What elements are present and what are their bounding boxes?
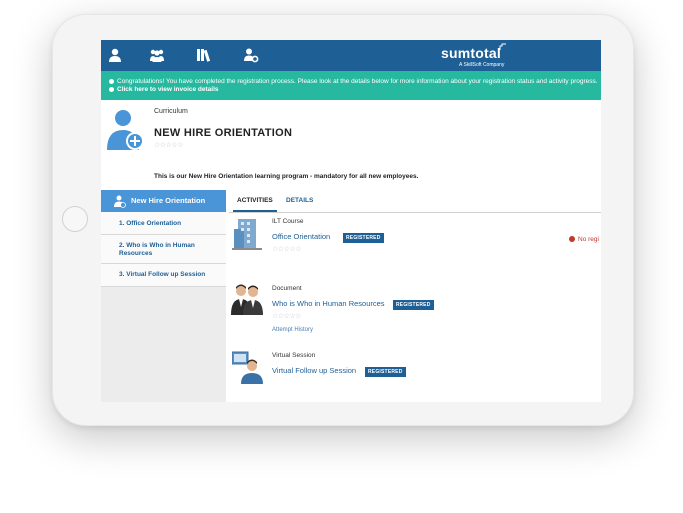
curriculum-sidebar: New Hire Orientation 1. Office Orientati… [101,190,226,402]
curriculum-user-icon [114,195,126,208]
brand-mark-icon [499,43,507,50]
brand-name: sumtotal [441,45,501,61]
info-icon [109,86,114,92]
activity-title-link[interactable]: Who is Who in Human Resources [272,299,385,308]
user-icon[interactable] [107,47,123,63]
tablet-home-button[interactable] [62,206,88,232]
curriculum-rating-stars[interactable]: ☆☆☆☆☆ [154,141,183,149]
invoice-link-label: Click here to view invoice details [117,86,219,93]
tab-activities[interactable]: ACTIVITIES [233,197,277,212]
activity-type-label: ILT Course [272,218,304,225]
registration-status-badge: REGISTERED [365,367,406,377]
tab-details[interactable]: DETAILS [286,197,313,204]
top-navigation-bar: sumtotal A SkillSoft Company [101,40,601,71]
registration-warning-text: No regi [578,236,599,243]
activity-title-link[interactable]: Virtual Follow up Session [272,366,356,375]
sidebar-title: New Hire Orientation [131,196,206,205]
registration-status-badge: REGISTERED [393,300,434,310]
activity-type-label: Document [272,285,302,292]
sidebar-item-office-orientation[interactable]: 1. Office Orientation [101,212,226,235]
building-icon [232,219,262,250]
books-icon[interactable] [196,47,212,63]
brand-logo: sumtotal A SkillSoft Company [441,43,507,68]
people-icon [231,284,263,315]
curriculum-avatar-icon [107,110,144,150]
curriculum-title: NEW HIRE ORIENTATION [154,127,293,139]
virtual-session-icon [232,351,263,384]
activity-title-link[interactable]: Office Orientation [272,232,330,241]
sidebar-item-label: 3. Virtual Follow up Session [119,271,206,278]
content-tabs: ACTIVITIES DETAILS [229,192,601,213]
users-icon[interactable] [149,47,165,63]
sidebar-item-label: 1. Office Orientation [119,220,182,227]
sidebar-item-virtual-session[interactable]: 3. Virtual Follow up Session [101,264,226,287]
activity-type-label: Virtual Session [272,352,316,359]
attempt-history-link[interactable]: Attempt History [272,327,313,333]
notice-message: Congratulations! You have completed the … [117,78,598,85]
sidebar-header[interactable]: New Hire Orientation [101,190,226,212]
curriculum-type-label: Curriculum [154,108,188,115]
registration-status-badge: REGISTERED [343,233,384,243]
invoice-link[interactable]: Click here to view invoice details [109,86,219,93]
brand-tagline: A SkillSoft Company [459,62,505,68]
user-settings-icon[interactable] [243,47,259,63]
sidebar-item-label: 2. Who is Who in Human Resources [119,242,195,257]
info-icon [109,78,114,84]
app-screen: sumtotal A SkillSoft Company Congratulat… [101,40,601,402]
sidebar-item-who-is-who[interactable]: 2. Who is Who in Human Resources [101,235,226,264]
error-icon [569,236,575,243]
registration-warning: No regi [569,236,599,243]
activity-rating-stars[interactable]: ☆☆☆☆☆ [272,245,301,253]
registration-notice: Congratulations! You have completed the … [101,71,601,100]
curriculum-description: This is our New Hire Orientation learnin… [154,173,419,180]
activity-rating-stars[interactable]: ☆☆☆☆☆ [272,312,301,320]
